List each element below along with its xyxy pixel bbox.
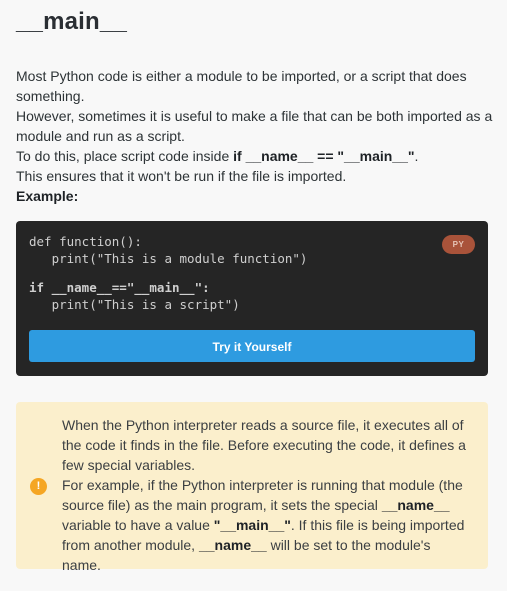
code-line-1: def function(): xyxy=(29,234,142,249)
intro-text: Most Python code is either a module to b… xyxy=(16,66,494,206)
code-line-3: if __name__=="__main__": xyxy=(29,280,210,295)
code-block[interactable]: def function(): print("This is a module … xyxy=(29,233,307,313)
intro-line-1: Most Python code is either a module to b… xyxy=(16,68,467,104)
intro-line-4: This ensures that it won't be run if the… xyxy=(16,168,347,184)
example-label: Example: xyxy=(16,186,494,206)
intro-line-3-prefix: To do this, place script code inside xyxy=(16,148,234,164)
intro-line-3-suffix: . xyxy=(414,148,419,164)
try-it-yourself-button[interactable]: Try it Yourself xyxy=(29,330,475,362)
inline-code-main-value: "__main__" xyxy=(213,517,291,533)
note-paragraph-2: For example, if the Python interpreter i… xyxy=(62,475,470,575)
code-line-4: print("This is a script") xyxy=(29,297,240,312)
lesson-page: __main__ Most Python code is either a mo… xyxy=(0,0,507,591)
inline-code-name: __name__ xyxy=(381,497,450,513)
intro-line-3: To do this, place script code inside if … xyxy=(16,146,494,166)
inline-code-main-check: if __name__ == "__main__" xyxy=(233,148,415,164)
info-note: ! When the Python interpreter reads a so… xyxy=(16,402,488,573)
inline-code-name: __name__ xyxy=(198,537,267,553)
language-badge: PY xyxy=(442,235,475,254)
warning-icon: ! xyxy=(30,478,47,495)
code-line-2: print("This is a module function") xyxy=(29,251,308,266)
example-label-text: Example: xyxy=(16,188,79,204)
page-title: __main__ xyxy=(16,8,128,35)
note-text-segment: variable to have a value xyxy=(62,517,214,533)
intro-line-2: However, sometimes it is useful to make … xyxy=(16,108,493,144)
note-text: When the Python interpreter reads a sour… xyxy=(62,415,470,575)
code-example-card: def function(): print("This is a module … xyxy=(16,221,488,376)
note-paragraph-1: When the Python interpreter reads a sour… xyxy=(62,417,466,473)
